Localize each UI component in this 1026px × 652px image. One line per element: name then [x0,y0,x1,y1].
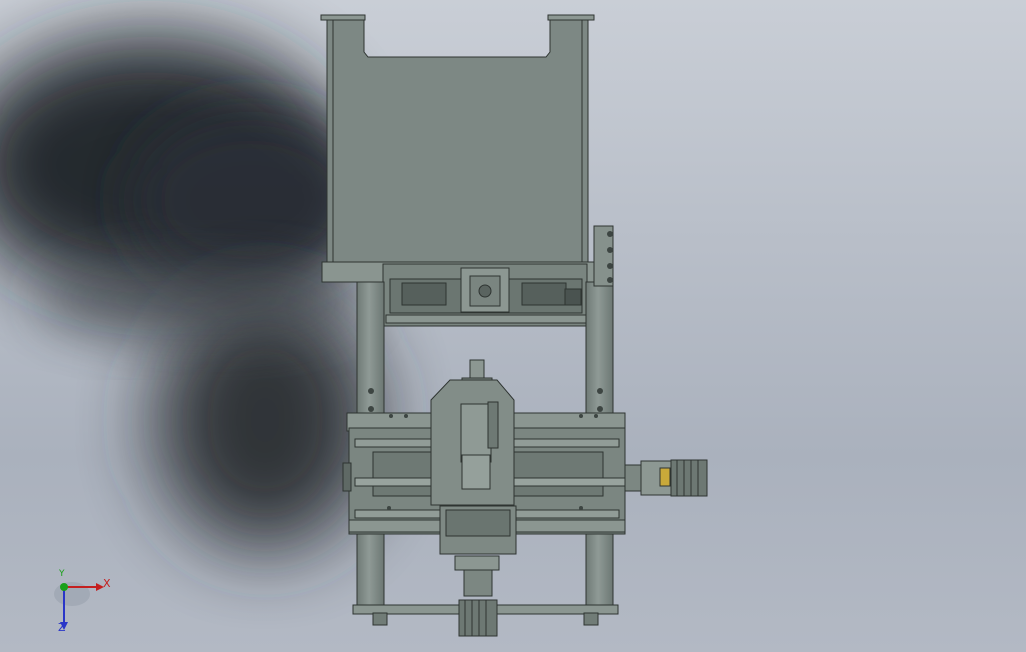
bottom-motor[interactable] [454,555,500,637]
coordinate-triad: X Y Z [50,569,120,636]
y-axis-label: Y [59,569,65,579]
model-scene[interactable] [0,0,1026,652]
sliding-head[interactable] [430,359,517,555]
x-axis-label: X [103,577,111,590]
model-shadow [0,35,375,550]
cad-viewport[interactable]: X Y Z [0,0,1026,652]
hopper[interactable] [320,14,595,283]
z-axis-label: Z [58,621,66,634]
upper-carriage[interactable] [382,263,588,327]
side-motor[interactable] [624,459,708,497]
